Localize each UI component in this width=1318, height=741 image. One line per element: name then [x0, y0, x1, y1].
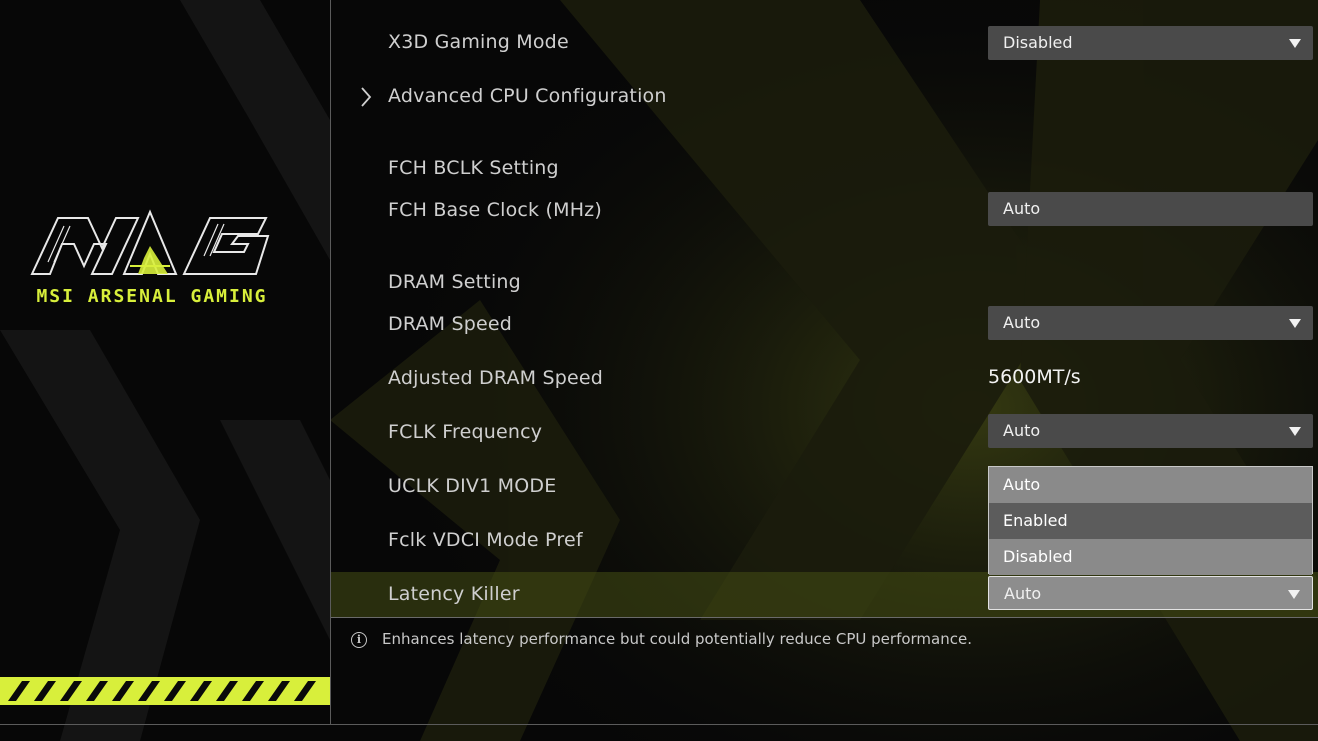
adjusted-dram-speed-label: Adjusted DRAM Speed — [388, 367, 604, 389]
dropdown-value: Auto — [1003, 313, 1041, 332]
advanced-cpu-configuration-link[interactable]: Advanced CPU Configuration — [388, 85, 667, 107]
brand-name: MSI ARSENAL GAMING — [36, 286, 268, 307]
input-value: Auto — [1003, 199, 1041, 218]
dropdown-arrow-icon — [1288, 590, 1300, 599]
help-text: Enhances latency performance but could p… — [382, 630, 972, 648]
dropdown-value: Disabled — [1003, 33, 1073, 52]
fch-base-clock-label: FCH Base Clock (MHz) — [388, 199, 602, 221]
footer-divider — [0, 724, 1318, 725]
dram-speed-dropdown[interactable]: Auto — [988, 306, 1313, 340]
x3d-gaming-mode-label: X3D Gaming Mode — [388, 31, 569, 53]
option-label: Auto — [1003, 475, 1041, 494]
latency-killer-dropdown[interactable]: Auto — [988, 576, 1313, 610]
dropdown-arrow-icon — [1289, 427, 1301, 436]
sidebar: MSI ARSENAL GAMING — [0, 0, 331, 724]
dram-section-title: DRAM Setting — [388, 271, 521, 293]
dropdown-arrow-icon — [1289, 39, 1301, 48]
latency-killer-label: Latency Killer — [388, 583, 520, 605]
option-auto[interactable]: Auto — [989, 467, 1312, 503]
info-icon: i — [351, 632, 367, 648]
option-disabled[interactable]: Disabled — [989, 539, 1312, 575]
uclk-div1-mode-label: UCLK DIV1 MODE — [388, 475, 557, 497]
dropdown-options-popup: Auto Enabled Disabled — [988, 466, 1313, 575]
chevron-right-icon[interactable] — [359, 86, 373, 108]
option-label: Disabled — [1003, 547, 1073, 566]
adjusted-dram-speed-value: 5600MT/s — [988, 366, 1081, 388]
dropdown-value: Auto — [1004, 584, 1042, 603]
option-enabled[interactable]: Enabled — [989, 503, 1312, 539]
hazard-stripe — [0, 677, 330, 705]
settings-panel: X3D Gaming Mode Disabled Advanced CPU Co… — [331, 0, 1318, 724]
x3d-gaming-mode-dropdown[interactable]: Disabled — [988, 26, 1313, 60]
option-label: Enabled — [1003, 511, 1068, 530]
fclk-frequency-label: FCLK Frequency — [388, 421, 543, 443]
dram-speed-label: DRAM Speed — [388, 313, 513, 335]
dropdown-value: Auto — [1003, 421, 1041, 440]
dropdown-arrow-icon — [1289, 319, 1301, 328]
fch-base-clock-input[interactable]: Auto — [988, 192, 1313, 226]
fclk-vdci-mode-pref-label: Fclk VDCI Mode Pref — [388, 529, 583, 551]
fclk-frequency-dropdown[interactable]: Auto — [988, 414, 1313, 448]
fch-bclk-section-title: FCH BCLK Setting — [388, 157, 559, 179]
